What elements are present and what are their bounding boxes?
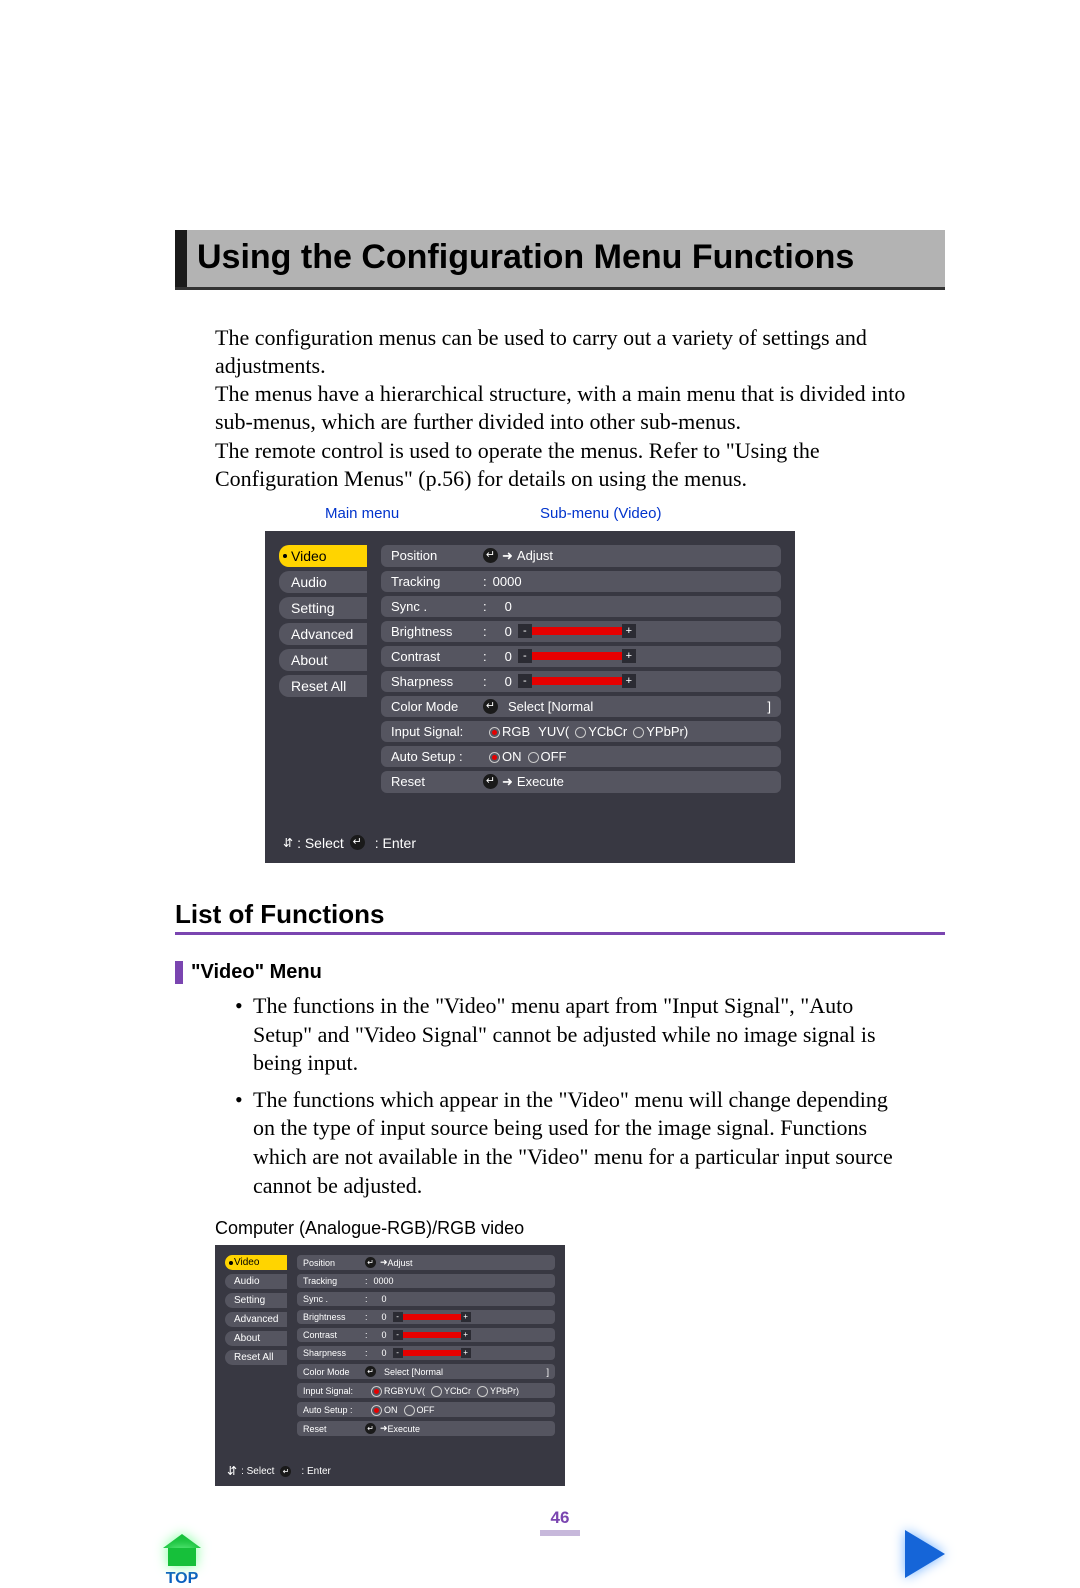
- radio-icon: [489, 752, 500, 763]
- main-menu-item-setting[interactable]: Setting: [279, 597, 367, 619]
- sub-sync-label: Sync .: [391, 599, 483, 614]
- main-menu-item-about[interactable]: About: [279, 649, 367, 671]
- top-label: TOP: [163, 1570, 201, 1588]
- intro-line-3: The remote control is used to operate th…: [215, 438, 820, 491]
- sub-brightness-label: Brightness: [391, 624, 483, 639]
- sub-autosetup[interactable]: Auto Setup : ON OFF: [381, 746, 781, 767]
- home-icon: [163, 1534, 201, 1566]
- radio-icon: [528, 752, 539, 763]
- sub-sync-value: 0: [505, 599, 512, 614]
- sub-position-label: Position: [391, 548, 483, 563]
- sub-reset-label: Reset: [391, 774, 483, 789]
- sub-reset[interactable]: Reset ↵ ➜ Execute: [381, 771, 781, 793]
- main-menu-item-advanced: Advanced: [225, 1312, 287, 1327]
- osd-figure-large: Main menu Sub-menu (Video) Video Audio S…: [265, 505, 945, 863]
- radio-icon: [575, 727, 586, 738]
- sub-sharpness[interactable]: Sharpness : 0 -+: [381, 671, 781, 692]
- main-menu-item-audio: Audio: [225, 1274, 287, 1289]
- bullet-1: The functions in the "Video" menu apart …: [235, 992, 915, 1078]
- main-menu-item-advanced[interactable]: Advanced: [279, 623, 367, 645]
- main-menu-item-video[interactable]: Video: [279, 545, 367, 567]
- main-menu-item-setting: Setting: [225, 1293, 287, 1308]
- main-menu-item-about: About: [225, 1331, 287, 1346]
- main-menu-item-audio[interactable]: Audio: [279, 571, 367, 593]
- label-sub-menu: Sub-menu (Video): [540, 505, 661, 522]
- sub-contrast-value: 0: [505, 649, 512, 664]
- footer-select: : Select: [297, 835, 344, 851]
- sub-menu-column: Position ↵ ➜ Adjust Tracking : 0000 Sync…: [381, 545, 781, 793]
- updown-icon: ⇵: [283, 836, 291, 850]
- sub-brightness[interactable]: Brightness : 0 -+: [381, 621, 781, 642]
- section-video-menu: "Video" Menu: [175, 961, 945, 984]
- top-link[interactable]: TOP: [163, 1534, 201, 1588]
- arrow-icon: ➜: [502, 548, 513, 564]
- sub-tracking-value: 0000: [493, 574, 522, 589]
- enter-icon: ↵: [483, 699, 498, 714]
- section-list-of-functions: List of Functions: [175, 899, 945, 935]
- brightness-slider[interactable]: -+: [518, 624, 636, 638]
- sub-colormode-hint: Select [Normal: [508, 699, 593, 714]
- sub-reset-action: Execute: [517, 774, 564, 789]
- sub-inputsignal[interactable]: Input Signal: RGB YUV( YCbCr YPbPr): [381, 721, 781, 742]
- page-title: Using the Configuration Menu Functions: [197, 230, 860, 287]
- sub-sync[interactable]: Sync . : 0: [381, 596, 781, 617]
- sub-colormode[interactable]: Color Mode ↵ Select [Normal ]: [381, 696, 781, 717]
- osd-figure-small: Video Audio Setting Advanced About Reset…: [215, 1245, 945, 1486]
- radio-icon: [633, 727, 644, 738]
- main-menu-column: Video Audio Setting Advanced About Reset…: [279, 545, 367, 793]
- main-menu-item-resetall[interactable]: Reset All: [279, 675, 367, 697]
- bullet-2: The functions which appear in the "Video…: [235, 1086, 915, 1200]
- label-main-menu: Main menu: [325, 505, 399, 522]
- enter-icon: ↵: [350, 835, 365, 850]
- sub-sharpness-label: Sharpness: [391, 674, 483, 689]
- sub-sharpness-value: 0: [505, 674, 512, 689]
- intro-paragraphs: The configuration menus can be used to c…: [215, 324, 915, 493]
- arrow-icon: ➜: [502, 774, 513, 790]
- enter-icon: ↵: [483, 774, 498, 789]
- figure-caption: Computer (Analogue-RGB)/RGB video: [215, 1218, 945, 1239]
- sub-colormode-tail: ]: [767, 699, 771, 714]
- sub-colormode-label: Color Mode: [391, 699, 483, 714]
- page-number: 46: [175, 1508, 945, 1536]
- title-stripe: [175, 230, 187, 287]
- main-menu-item-video: Video: [225, 1255, 287, 1270]
- footer-enter: : Enter: [375, 835, 416, 851]
- sub-position[interactable]: Position ↵ ➜ Adjust: [381, 545, 781, 567]
- arrow-right-icon: [905, 1530, 945, 1578]
- sub-brightness-value: 0: [505, 624, 512, 639]
- sharpness-slider[interactable]: -+: [518, 674, 636, 688]
- osd-footer: ⇵ : Select ↵ : Enter: [279, 829, 781, 857]
- enter-icon: ↵: [483, 548, 498, 563]
- radio-icon: [489, 727, 500, 738]
- sub-inputsignal-label: Input Signal:: [391, 724, 483, 739]
- contrast-slider[interactable]: -+: [518, 649, 636, 663]
- sub-tracking-label: Tracking: [391, 574, 483, 589]
- sub-contrast[interactable]: Contrast : 0 -+: [381, 646, 781, 667]
- page-title-bar: Using the Configuration Menu Functions: [175, 230, 945, 290]
- next-page-link[interactable]: [905, 1530, 945, 1578]
- sub-autosetup-label: Auto Setup :: [391, 749, 483, 764]
- sub-position-action: Adjust: [517, 548, 553, 563]
- intro-line-2: The menus have a hierarchical structure,…: [215, 381, 905, 434]
- sub-tracking[interactable]: Tracking : 0000: [381, 571, 781, 592]
- intro-line-1: The configuration menus can be used to c…: [215, 325, 867, 378]
- main-menu-item-resetall: Reset All: [225, 1350, 287, 1365]
- video-menu-bullets: The functions in the "Video" menu apart …: [235, 992, 915, 1200]
- sub-contrast-label: Contrast: [391, 649, 483, 664]
